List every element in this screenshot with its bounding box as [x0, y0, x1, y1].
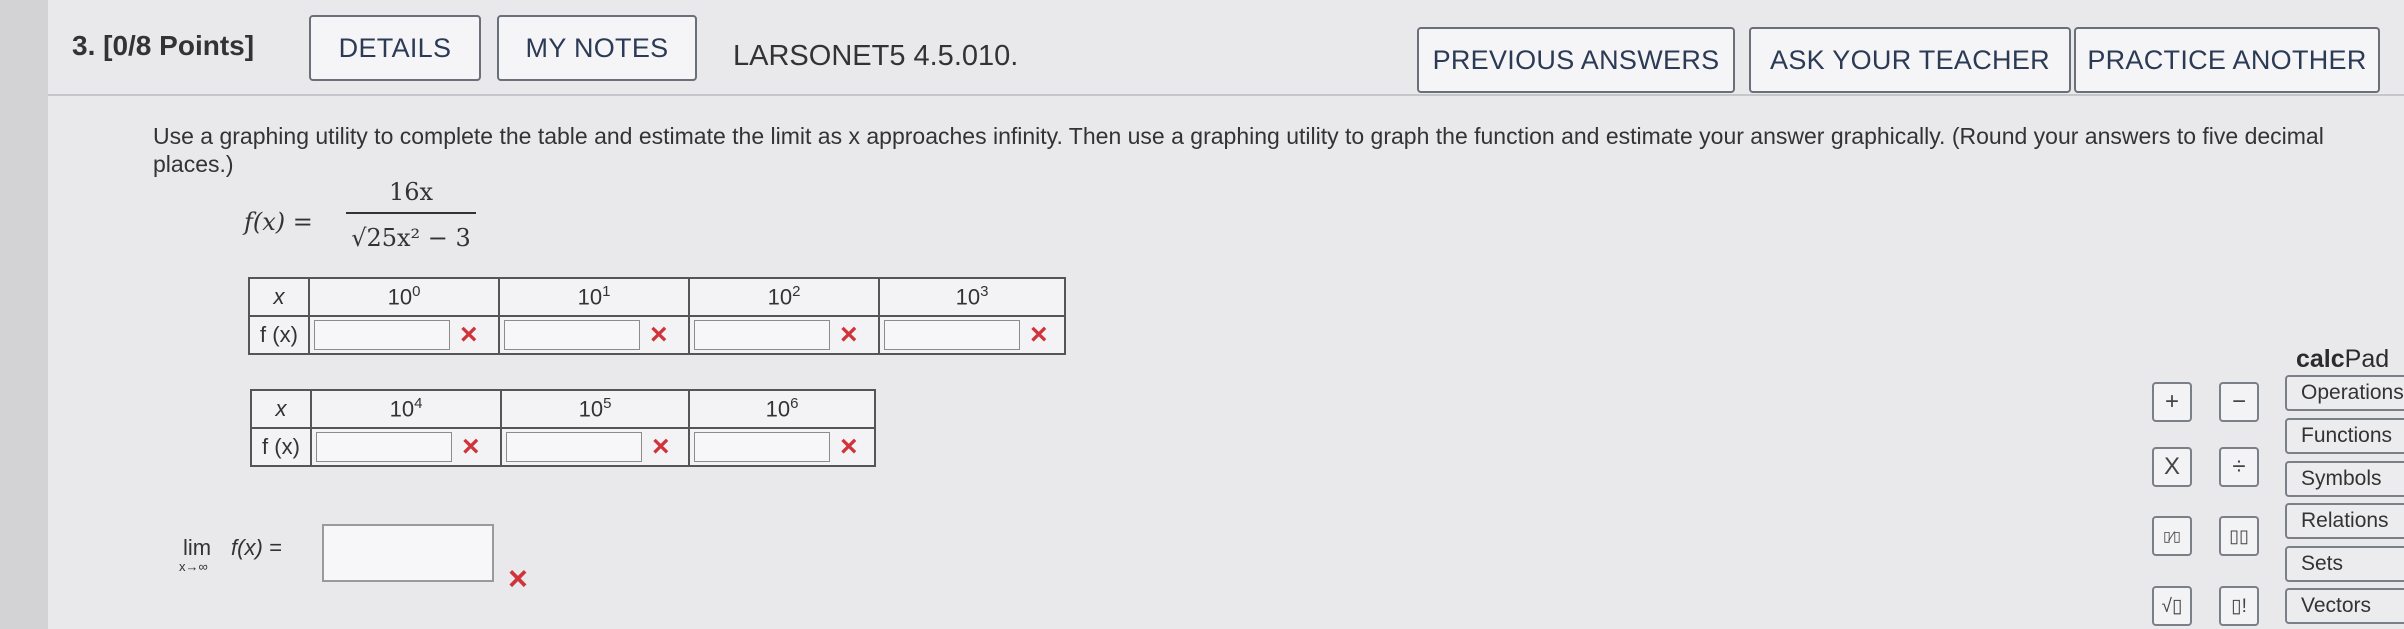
- x-value: 100: [308, 277, 500, 317]
- incorrect-icon: ×: [460, 318, 478, 351]
- value-table-2: x 104 105 106 f (x) × × ×: [250, 389, 876, 467]
- divide-key[interactable]: ÷: [2219, 447, 2259, 487]
- limit-label: lim: [183, 535, 212, 560]
- x-value: 102: [688, 277, 880, 317]
- x-value: 105: [500, 389, 690, 429]
- fx-cell: ×: [688, 427, 876, 467]
- tab-sets[interactable]: Sets: [2285, 546, 2404, 582]
- fx-header: f (x): [248, 315, 310, 355]
- my-notes-button[interactable]: MY NOTES: [497, 15, 697, 81]
- answer-input[interactable]: [314, 320, 450, 350]
- function-numerator: 16x: [388, 178, 434, 206]
- ask-your-teacher-button[interactable]: ASK YOUR TEACHER: [1749, 27, 2071, 93]
- fx-cell: ×: [308, 315, 500, 355]
- instructions: Use a graphing utility to complete the t…: [153, 123, 2324, 177]
- incorrect-icon: ×: [652, 430, 670, 463]
- previous-answers-button[interactable]: PREVIOUS ANSWERS: [1417, 27, 1735, 93]
- incorrect-icon: ×: [840, 318, 858, 351]
- tab-operations[interactable]: Operations: [2285, 375, 2404, 411]
- answer-input[interactable]: [694, 320, 830, 350]
- x-value: 104: [310, 389, 502, 429]
- x-value: 103: [878, 277, 1066, 317]
- answer-input[interactable]: [504, 320, 640, 350]
- exponent-key[interactable]: ▯▯: [2219, 516, 2259, 556]
- sqrt-key[interactable]: √▯: [2152, 586, 2192, 626]
- value-table-1: x 100 101 102 103 f (x) × × × ×: [248, 277, 1066, 355]
- x-value: 101: [498, 277, 690, 317]
- x-value: 106: [688, 389, 876, 429]
- incorrect-icon: ×: [462, 430, 480, 463]
- incorrect-icon: ×: [1030, 318, 1048, 351]
- fraction-key[interactable]: ▯⁄▯: [2152, 516, 2192, 556]
- function-lhs: f(x) =: [244, 208, 313, 236]
- limit-subscript: x→∞: [179, 559, 208, 574]
- tab-vectors[interactable]: Vectors: [2285, 588, 2404, 624]
- plus-key[interactable]: +: [2152, 382, 2192, 422]
- fx-cell: ×: [310, 427, 502, 467]
- fx-cell: ×: [878, 315, 1066, 355]
- fx-cell: ×: [500, 427, 690, 467]
- fx-cell: ×: [688, 315, 880, 355]
- factorial-key[interactable]: ▯!: [2219, 586, 2259, 626]
- x-header: x: [248, 277, 310, 317]
- tab-relations[interactable]: Relations: [2285, 503, 2404, 539]
- answer-input[interactable]: [694, 432, 830, 462]
- x-header: x: [250, 389, 312, 429]
- minus-key[interactable]: −: [2219, 382, 2259, 422]
- incorrect-icon: ×: [650, 318, 668, 351]
- calcpad-title: calcPad: [2296, 345, 2390, 373]
- incorrect-icon: ×: [840, 430, 858, 463]
- limit-answer-input[interactable]: [322, 524, 494, 582]
- fx-cell: ×: [498, 315, 690, 355]
- incorrect-icon: ×: [508, 560, 528, 598]
- multiply-key[interactable]: X: [2152, 447, 2192, 487]
- problem-code: LARSONET5 4.5.010.: [733, 40, 1019, 72]
- answer-input[interactable]: [506, 432, 642, 462]
- function-denominator: √25x² − 3: [351, 224, 471, 252]
- limit-function: f(x) =: [231, 535, 282, 560]
- details-button[interactable]: DETAILS: [309, 15, 481, 81]
- question-number: 3. [0/8 Points]: [72, 30, 255, 61]
- answer-input[interactable]: [884, 320, 1020, 350]
- tab-symbols[interactable]: Symbols: [2285, 461, 2404, 497]
- fraction-bar: [346, 212, 476, 214]
- tab-functions[interactable]: Functions: [2285, 418, 2404, 454]
- practice-another-button[interactable]: PRACTICE ANOTHER: [2074, 27, 2380, 93]
- fx-header: f (x): [250, 427, 312, 467]
- answer-input[interactable]: [316, 432, 452, 462]
